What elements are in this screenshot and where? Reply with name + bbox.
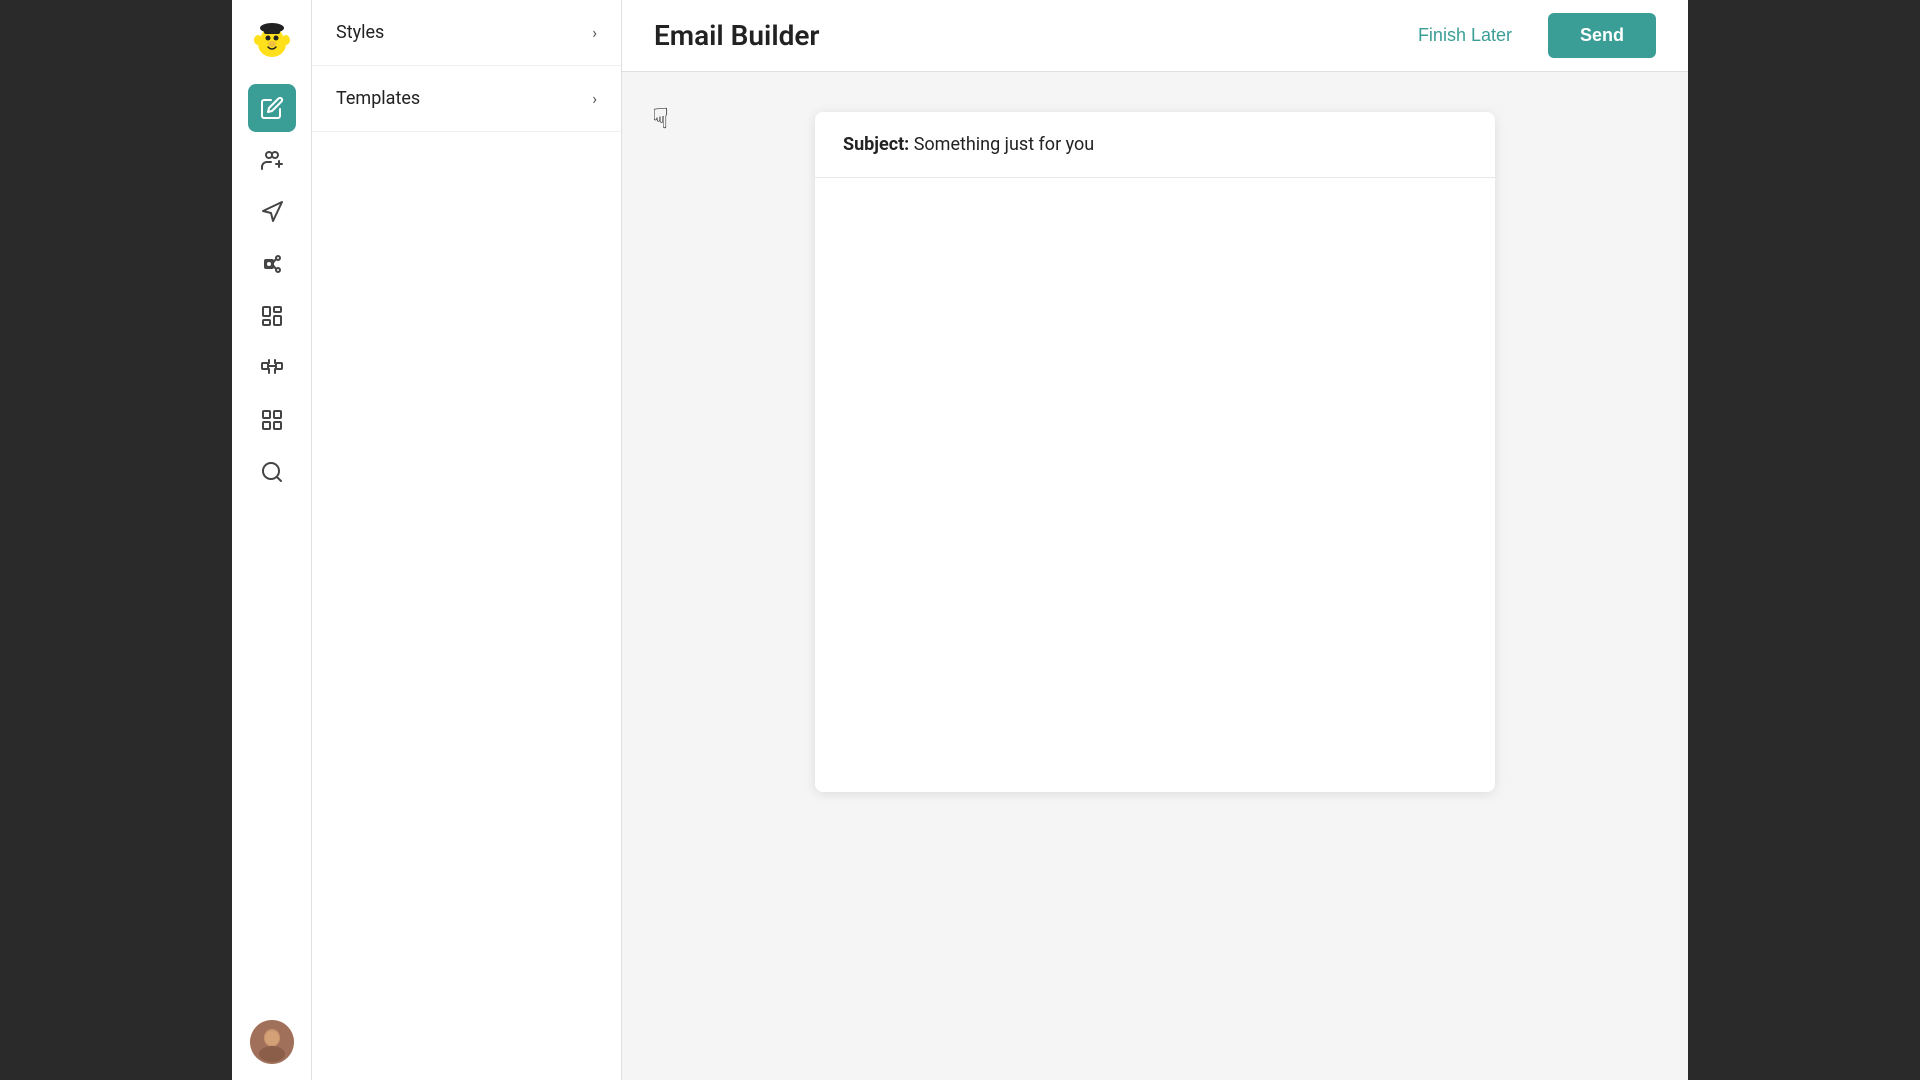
styles-label: Styles [336, 22, 384, 43]
audience-nav-button[interactable] [248, 136, 296, 184]
edit-nav-button[interactable] [248, 84, 296, 132]
avatar-svg [250, 1020, 294, 1064]
email-body [815, 178, 1495, 678]
send-button[interactable]: Send [1548, 13, 1656, 58]
avatar-area[interactable] [250, 1020, 294, 1064]
integrations-icon [260, 356, 284, 380]
app-wrapper: Styles › Templates › Email Builder Finis… [232, 0, 1688, 1080]
email-preview-card: Subject: Something just for you [815, 112, 1495, 792]
header-actions: Finish Later Send [1406, 13, 1656, 58]
right-dark-panel [1688, 0, 1920, 1080]
panel-sidebar: Styles › Templates › [312, 0, 622, 1080]
apps-nav-button[interactable] [248, 396, 296, 444]
templates-panel-item[interactable]: Templates › [312, 66, 621, 132]
apps-icon [260, 408, 284, 432]
campaign-nav-button[interactable] [248, 188, 296, 236]
avatar-image [250, 1020, 294, 1064]
automation-nav-button[interactable] [248, 240, 296, 288]
content-area: ☟ Subject: Something just for you [622, 72, 1688, 1080]
logo-area[interactable] [242, 12, 302, 72]
automation-icon [260, 252, 284, 276]
styles-chevron-icon: › [592, 23, 597, 42]
email-subject-bar: Subject: Something just for you [815, 112, 1495, 178]
edit-icon [260, 96, 284, 120]
page-title: Email Builder [654, 19, 820, 52]
left-dark-panel [0, 0, 232, 1080]
templates-label: Templates [336, 88, 420, 109]
integrations-nav-button[interactable] [248, 344, 296, 392]
search-nav-button[interactable] [248, 448, 296, 496]
finish-later-button[interactable]: Finish Later [1406, 17, 1524, 54]
top-header: Email Builder Finish Later Send [622, 0, 1688, 72]
campaign-icon [260, 200, 284, 224]
subject-label: Subject: [843, 134, 909, 155]
mailchimp-logo [248, 18, 296, 66]
search-icon [260, 460, 284, 484]
content-nav-button[interactable] [248, 292, 296, 340]
cursor-hand-icon: ☟ [652, 102, 669, 135]
styles-panel-item[interactable]: Styles › [312, 0, 621, 66]
icon-sidebar [232, 0, 312, 1080]
main-area: Email Builder Finish Later Send ☟ Subjec… [622, 0, 1688, 1080]
templates-chevron-icon: › [592, 89, 597, 108]
audience-icon [260, 148, 284, 172]
subject-text: Something just for you [914, 134, 1095, 155]
user-avatar[interactable] [250, 1020, 294, 1064]
content-icon [260, 304, 284, 328]
